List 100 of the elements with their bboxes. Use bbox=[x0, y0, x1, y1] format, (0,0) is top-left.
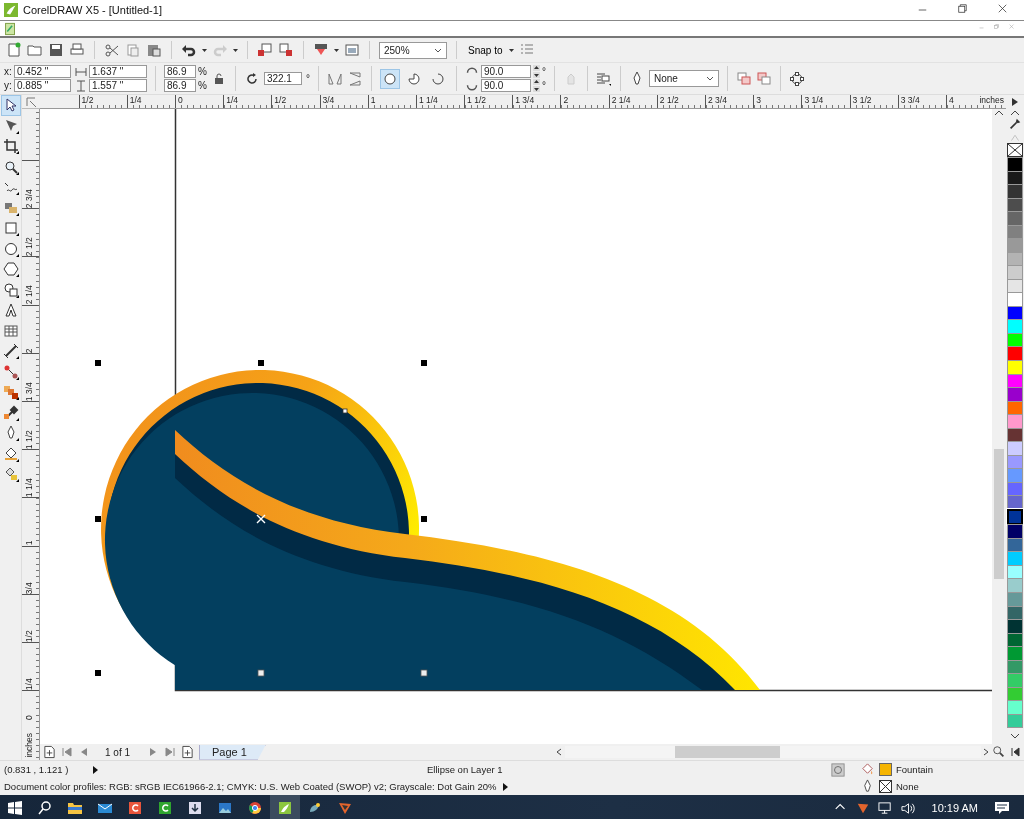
to-back-icon[interactable] bbox=[755, 70, 772, 87]
paste-icon[interactable] bbox=[146, 42, 162, 58]
caret-icon[interactable] bbox=[202, 48, 207, 52]
ruler-label: 3 3/4 bbox=[900, 95, 920, 105]
scroll-left-icon[interactable] bbox=[555, 748, 563, 756]
import-icon[interactable] bbox=[257, 42, 273, 58]
caret-icon[interactable] bbox=[509, 48, 515, 52]
expand-arrow-icon[interactable] bbox=[92, 764, 99, 775]
folder-icon[interactable] bbox=[67, 800, 83, 816]
color-swatch[interactable] bbox=[1007, 468, 1023, 483]
no-color-swatch-icon[interactable] bbox=[1007, 143, 1023, 157]
selection-handle[interactable] bbox=[421, 516, 427, 522]
notification-icon[interactable] bbox=[994, 800, 1010, 816]
presentation-app-icon[interactable] bbox=[127, 800, 143, 816]
palette-flyout-icon[interactable] bbox=[1010, 97, 1020, 107]
export-icon[interactable] bbox=[278, 42, 294, 58]
browser-icon[interactable] bbox=[247, 800, 263, 816]
color-swatch[interactable] bbox=[1007, 238, 1023, 253]
selection-handle[interactable] bbox=[95, 360, 101, 366]
download-icon[interactable] bbox=[187, 800, 203, 816]
color-swatch[interactable] bbox=[1007, 592, 1023, 607]
color-swatch[interactable] bbox=[1007, 414, 1023, 429]
selection-handle[interactable] bbox=[420, 669, 428, 677]
add-page-icon[interactable] bbox=[43, 745, 56, 759]
caret-icon[interactable] bbox=[334, 48, 339, 52]
width-field[interactable]: 1.637 " bbox=[89, 65, 147, 78]
color-swatch[interactable] bbox=[1007, 346, 1023, 361]
color-swatch[interactable] bbox=[1007, 265, 1023, 280]
zoom-dropdown[interactable]: 250% bbox=[379, 41, 447, 59]
page-tab[interactable]: Page 1 bbox=[199, 744, 266, 760]
document-icon[interactable] bbox=[4, 21, 17, 36]
open-folder-icon[interactable] bbox=[27, 42, 43, 58]
text-wrap-icon[interactable] bbox=[595, 70, 612, 87]
network-icon[interactable] bbox=[877, 800, 893, 816]
photos-icon[interactable] bbox=[217, 800, 233, 816]
new-document-icon[interactable] bbox=[6, 42, 22, 58]
vector-app-icon[interactable] bbox=[337, 800, 353, 816]
start-angle-field[interactable]: 90.0 bbox=[480, 65, 531, 78]
selection-handle[interactable] bbox=[95, 670, 101, 676]
spreadsheet-app-icon[interactable] bbox=[157, 800, 173, 816]
ellipse-mode-button[interactable] bbox=[379, 68, 400, 89]
color-swatch[interactable] bbox=[1007, 292, 1023, 307]
caret-icon[interactable] bbox=[233, 48, 238, 52]
spin-arrows-icon[interactable] bbox=[532, 79, 540, 92]
volume-icon[interactable] bbox=[900, 800, 916, 816]
start-icon[interactable] bbox=[7, 800, 23, 816]
first-page-icon[interactable] bbox=[61, 746, 73, 758]
cut-icon[interactable] bbox=[104, 42, 120, 58]
expand-arrow-icon[interactable] bbox=[502, 781, 510, 792]
rotation-field[interactable]: 322.1 bbox=[263, 72, 302, 85]
spin-arrows-icon[interactable] bbox=[532, 65, 540, 78]
color-swatch[interactable] bbox=[1007, 619, 1023, 634]
print-icon[interactable] bbox=[69, 42, 85, 58]
color-swatch[interactable] bbox=[1007, 387, 1023, 402]
zoom-navigator-icon[interactable] bbox=[992, 745, 1006, 759]
color-swatch[interactable] bbox=[1007, 157, 1023, 172]
ruler-origin-icon[interactable] bbox=[25, 95, 37, 108]
selection-handle[interactable] bbox=[421, 360, 427, 366]
search-icon[interactable] bbox=[37, 800, 53, 816]
color-swatch[interactable] bbox=[1007, 495, 1023, 510]
color-swatch[interactable] bbox=[1007, 673, 1023, 688]
snap-to-button[interactable]: Snap to bbox=[466, 42, 505, 58]
convert-to-curves-icon[interactable] bbox=[788, 70, 805, 87]
y-position-field[interactable]: 0.885 " bbox=[14, 79, 71, 92]
color-proof-icon[interactable] bbox=[831, 763, 845, 777]
height-field[interactable]: 1.557 " bbox=[89, 79, 147, 92]
color-swatch[interactable] bbox=[1007, 646, 1023, 661]
center-marker[interactable] bbox=[256, 514, 266, 524]
scroll-right-icon[interactable] bbox=[983, 748, 990, 756]
outline-width-dropdown[interactable]: None bbox=[648, 70, 719, 87]
last-color-icon[interactable] bbox=[1010, 747, 1020, 757]
last-page-icon[interactable] bbox=[164, 746, 177, 758]
color-swatch[interactable] bbox=[1007, 184, 1023, 199]
color-swatch[interactable] bbox=[1007, 524, 1023, 539]
selection-handle[interactable] bbox=[95, 516, 101, 522]
color-swatch[interactable] bbox=[1007, 441, 1023, 456]
color-swatch[interactable] bbox=[1007, 211, 1023, 226]
scale-x-field[interactable]: 86.9 bbox=[164, 65, 196, 78]
selection-handle[interactable] bbox=[257, 669, 265, 677]
draw-app-icon[interactable] bbox=[277, 800, 293, 816]
logo-artwork-drawing[interactable] bbox=[101, 370, 760, 690]
scroll-down-icon[interactable] bbox=[1010, 732, 1020, 741]
vector-app-icon[interactable] bbox=[855, 801, 870, 815]
node-marker[interactable] bbox=[342, 408, 348, 414]
vertical-scrollbar-thumb[interactable] bbox=[994, 449, 1004, 579]
pick-tool-button[interactable] bbox=[0, 95, 21, 116]
x-position-field[interactable]: 0.452 " bbox=[14, 65, 71, 78]
restore-icon[interactable] bbox=[958, 4, 970, 16]
welcome-screen-icon[interactable] bbox=[344, 42, 360, 58]
end-angle-field[interactable]: 90.0 bbox=[480, 79, 531, 92]
scale-y-field[interactable]: 86.9 bbox=[164, 79, 196, 92]
color-swatch[interactable] bbox=[1007, 551, 1023, 566]
color-swatch[interactable] bbox=[1007, 700, 1023, 715]
add-page-icon[interactable] bbox=[181, 745, 195, 759]
to-front-icon[interactable] bbox=[735, 70, 752, 87]
save-icon[interactable] bbox=[48, 42, 64, 58]
color-swatch[interactable] bbox=[1007, 319, 1023, 334]
horizontal-scrollbar-thumb[interactable] bbox=[674, 746, 780, 758]
selection-handle[interactable] bbox=[258, 360, 264, 366]
eyedropper-icon[interactable] bbox=[1008, 117, 1022, 131]
